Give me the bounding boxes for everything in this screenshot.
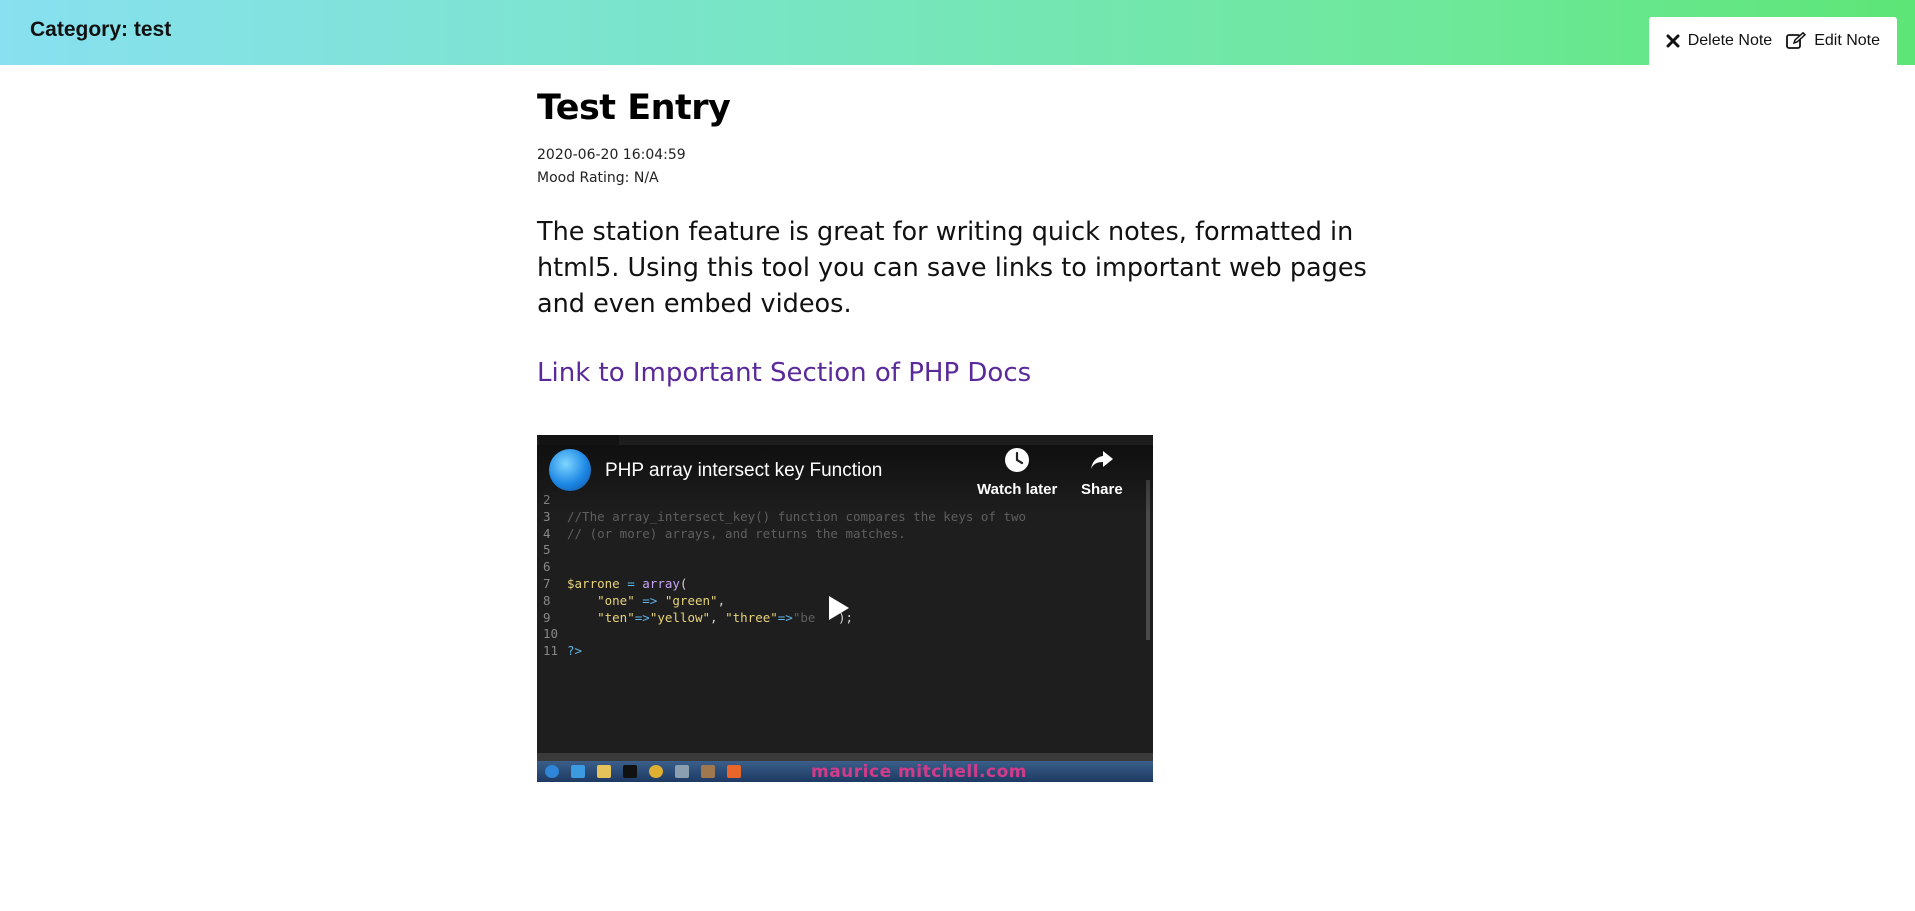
category-label: Category: test — [30, 18, 172, 41]
video-editor-statusbar — [537, 753, 1153, 761]
edit-pencil-icon — [1786, 32, 1807, 50]
note-content: Test Entry 2020-06-20 16:04:59 Mood Rati… — [537, 88, 1377, 388]
mood-rating: Mood Rating: N/A — [537, 170, 659, 186]
channel-avatar[interactable] — [549, 449, 591, 491]
video-watermark: maurice mitchell.com — [811, 762, 1027, 782]
edit-note-button[interactable]: Edit Note — [1786, 32, 1880, 50]
video-code-frame: 2 3//The array_intersect_key() function … — [543, 492, 1027, 659]
note-timestamp: 2020-06-20 16:04:59 — [537, 147, 686, 163]
clock-icon — [977, 447, 1057, 477]
video-title[interactable]: PHP array intersect key Function — [605, 460, 882, 482]
edit-note-label: Edit Note — [1814, 32, 1880, 49]
top-header-bar: Category: test Delete Note Edit Note — [0, 0, 1915, 65]
play-icon[interactable] — [829, 596, 849, 620]
watch-later-label: Watch later — [977, 481, 1058, 498]
note-title: Test Entry — [537, 88, 731, 128]
embedded-video[interactable]: 2 3//The array_intersect_key() function … — [537, 435, 1153, 782]
note-actions: Delete Note Edit Note — [1648, 17, 1897, 65]
delete-note-button[interactable]: Delete Note — [1666, 32, 1773, 50]
close-x-icon — [1666, 34, 1680, 48]
share-label: Share — [1081, 481, 1123, 498]
note-body: The station feature is great for writing… — [537, 217, 1367, 319]
share-arrow-icon — [1081, 447, 1123, 477]
share-button[interactable]: Share — [1081, 447, 1123, 498]
watch-later-button[interactable]: Watch later — [977, 447, 1057, 498]
php-docs-link[interactable]: Link to Important Section of PHP Docs — [537, 358, 1031, 388]
delete-note-label: Delete Note — [1687, 32, 1773, 49]
note-meta: 2020-06-20 16:04:59 Mood Rating: N/A — [537, 144, 1377, 190]
